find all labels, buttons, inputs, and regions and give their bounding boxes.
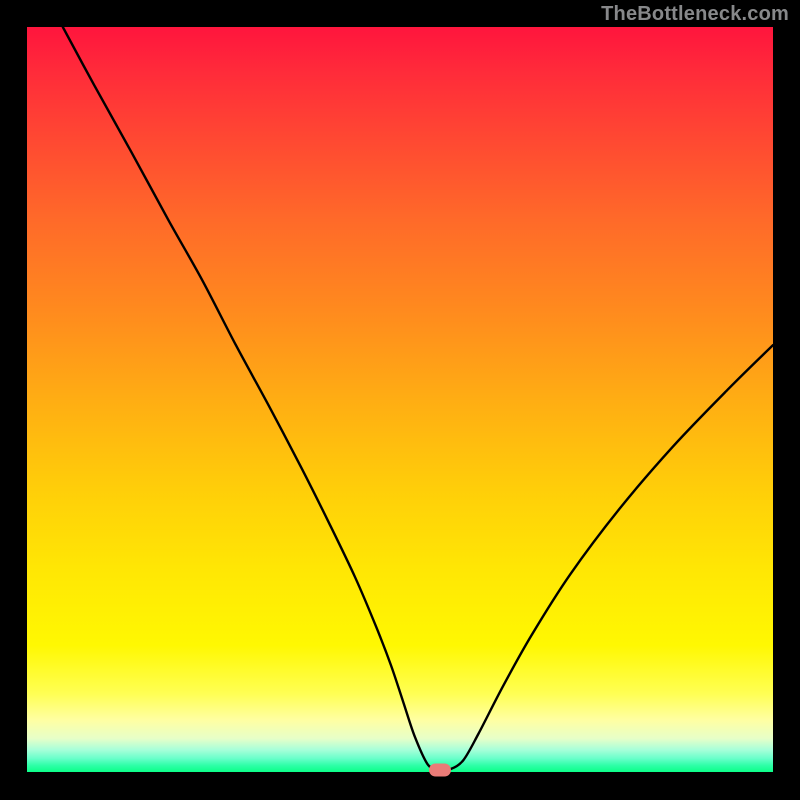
bottleneck-curve <box>27 27 773 772</box>
chart-frame: { "watermark": "TheBottleneck.com", "cha… <box>0 0 800 800</box>
minimum-marker <box>429 763 451 776</box>
chart-plot-area <box>27 27 773 772</box>
watermark-text: TheBottleneck.com <box>601 3 789 26</box>
